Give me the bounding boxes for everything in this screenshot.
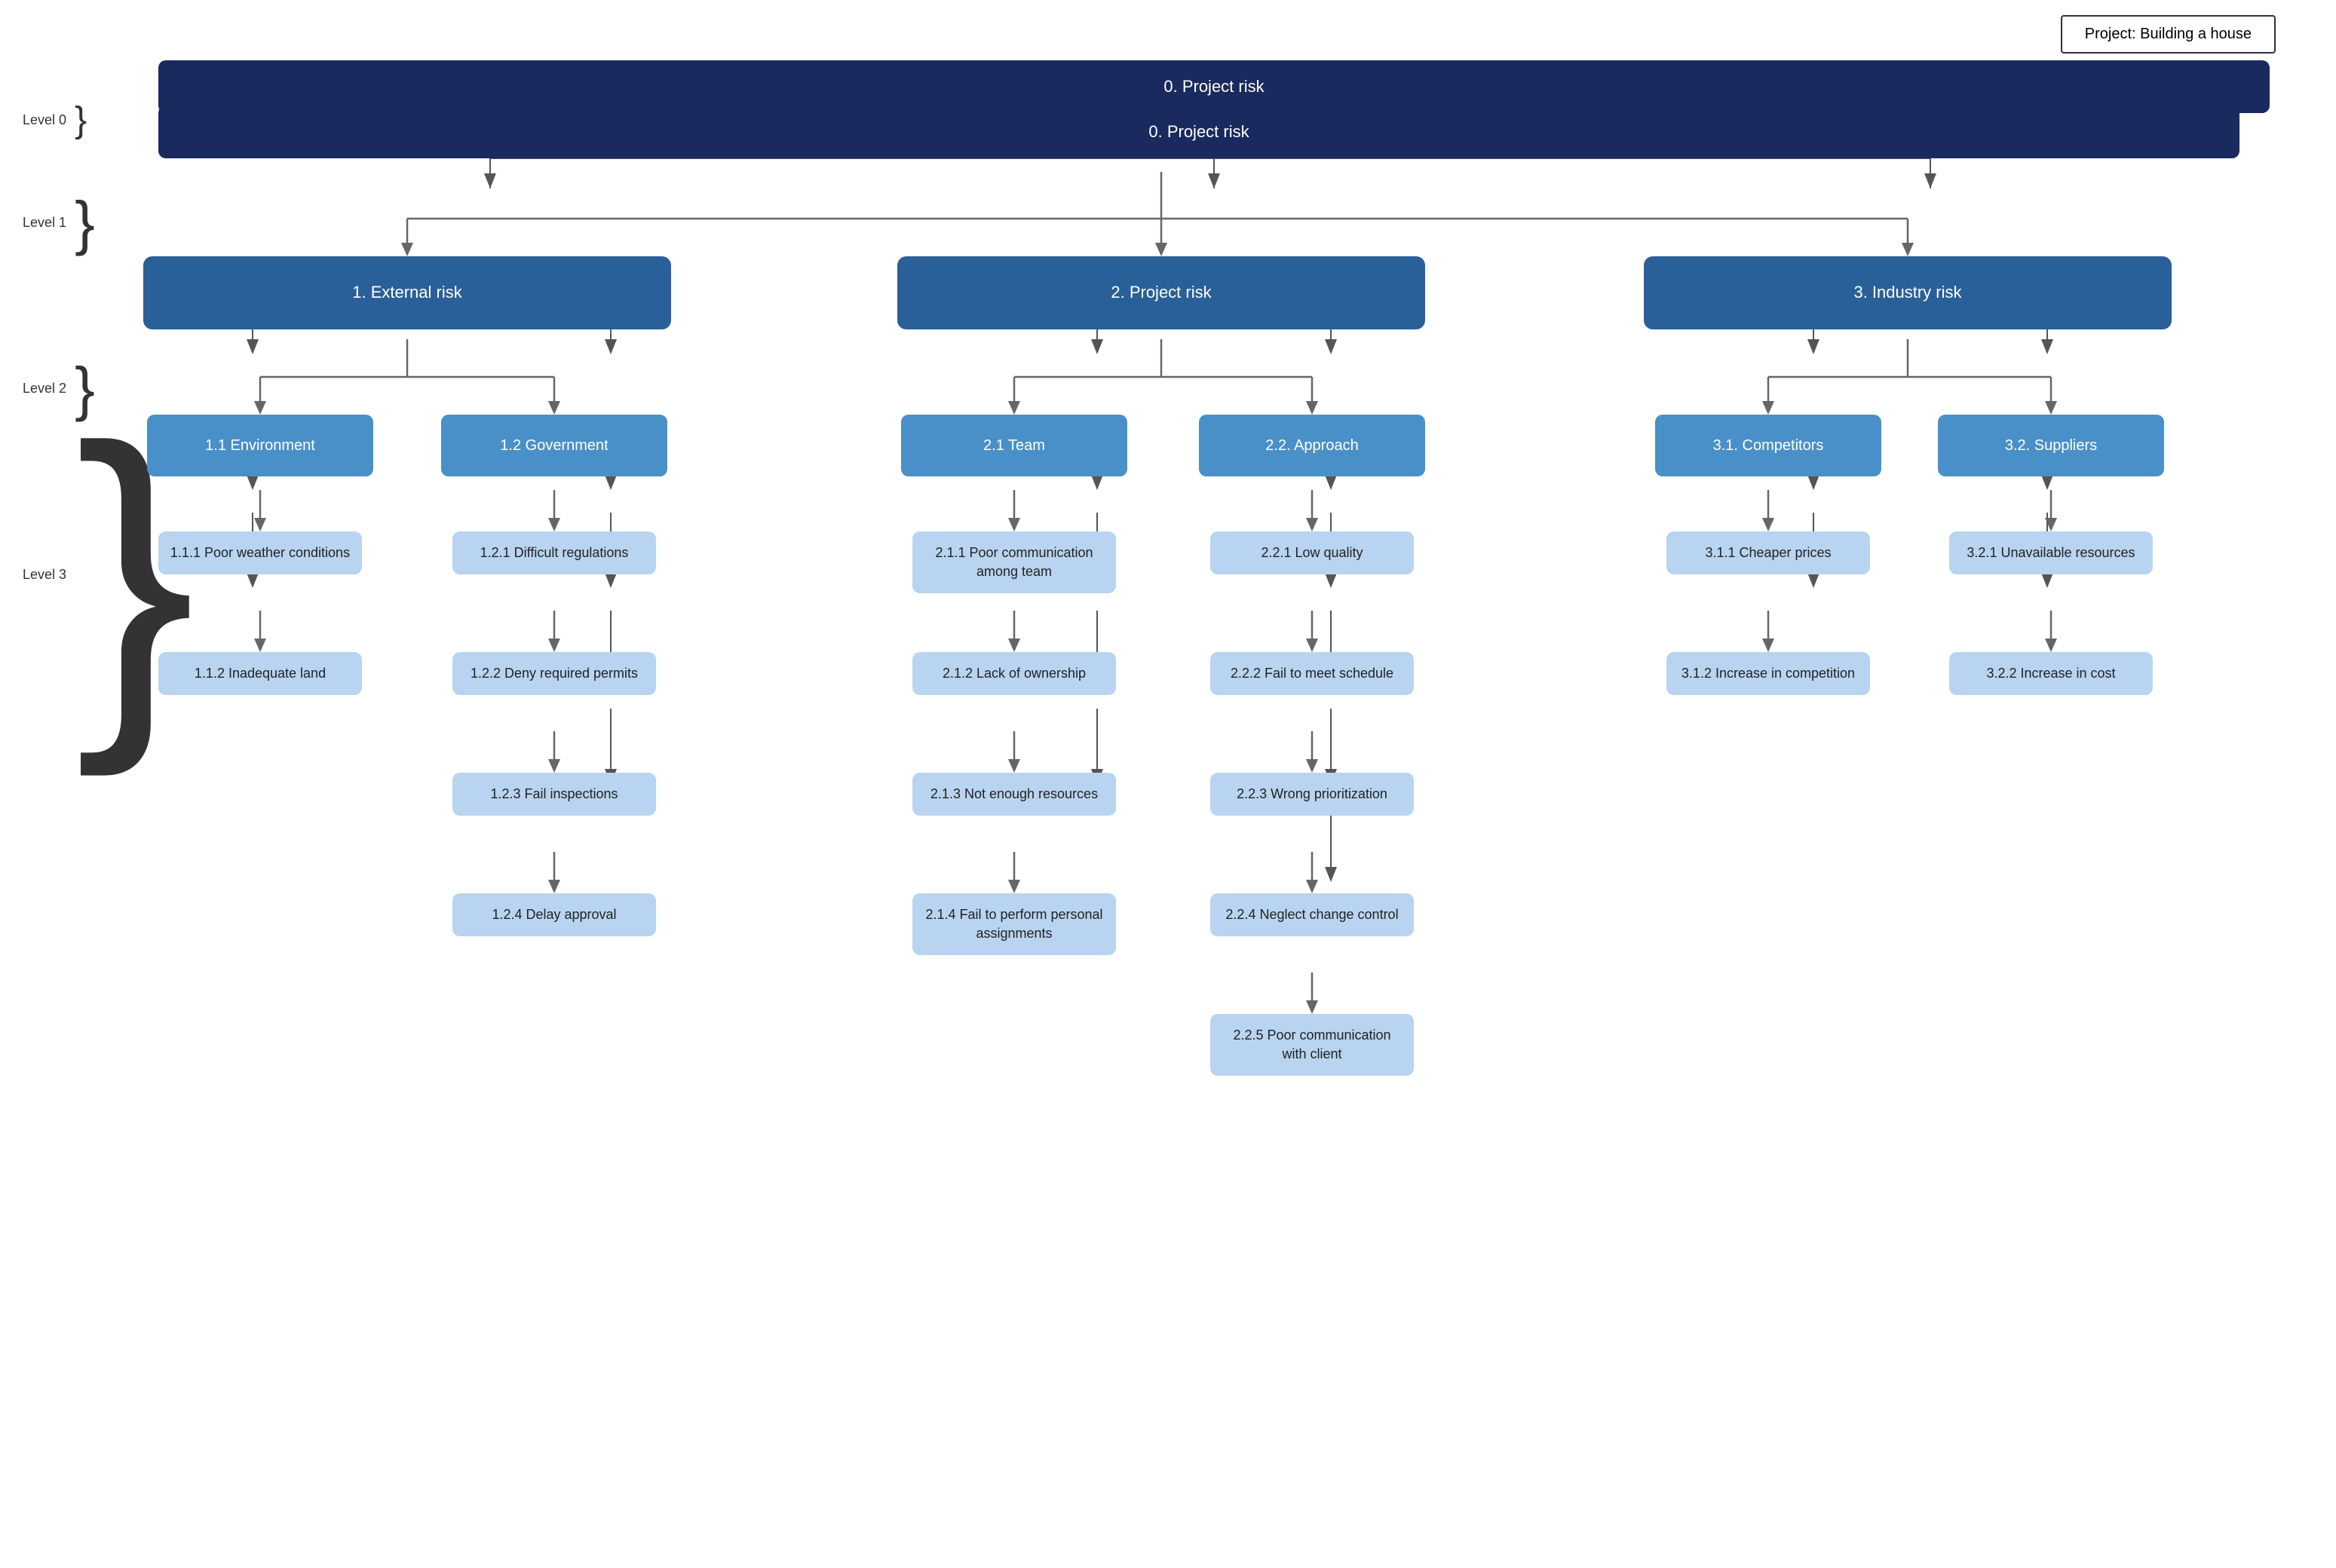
node-2.1.1: 2.1.1 Poor communication among team: [912, 531, 1116, 593]
project-title-text: Project: Building a house: [2085, 26, 2252, 42]
node-environment: 1.1 Environment: [147, 415, 373, 476]
node-2.1.3: 2.1.3 Not enough resources: [912, 773, 1116, 816]
node-1.2.4: 1.2.4 Delay approval: [452, 893, 656, 936]
node-3.1.1: 3.1.1 Cheaper prices: [1666, 531, 1870, 574]
node-competitors: 3.1. Competitors: [1655, 415, 1881, 476]
level0-brace: }: [75, 100, 87, 140]
node-2.2.3: 2.2.3 Wrong prioritization: [1210, 773, 1414, 816]
node-2.1.2: 2.1.2 Lack of ownership: [912, 652, 1116, 695]
node-root: 0. Project risk: [158, 106, 2239, 158]
project-title: Project: Building a house: [2061, 15, 2276, 54]
node-2.2.5: 2.2.5 Poor communication with client: [1210, 1014, 1414, 1076]
node-3.2.1: 3.2.1 Unavailable resources: [1949, 531, 2153, 574]
node-project-risk: 2. Project risk: [897, 256, 1425, 329]
node-1.2.3: 1.2.3 Fail inspections: [452, 773, 656, 816]
node-2.2.4: 2.2.4 Neglect change control: [1210, 893, 1414, 936]
level1-label: Level 1 }: [23, 211, 95, 235]
node-1.1.2: 1.1.2 Inadequate land: [158, 652, 362, 695]
node-2.1.4: 2.1.4 Fail to perform personal assignmen…: [912, 893, 1116, 955]
level0-label: Level 0 }: [23, 112, 87, 130]
node-2.2.1: 2.2.1 Low quality: [1210, 531, 1414, 574]
node-suppliers: 3.2. Suppliers: [1938, 415, 2164, 476]
level0-row: 0. Project risk: [121, 106, 2277, 158]
node-external-risk: 1. External risk: [143, 256, 671, 329]
node-2.2.2: 2.2.2 Fail to meet schedule: [1210, 652, 1414, 695]
node-3.1.2: 3.1.2 Increase in competition: [1666, 652, 1870, 695]
node-3.2.2: 3.2.2 Increase in cost: [1949, 652, 2153, 695]
node-government: 1.2 Government: [441, 415, 667, 476]
node-approach: 2.2. Approach: [1199, 415, 1425, 476]
node-industry-risk: 3. Industry risk: [1644, 256, 2172, 329]
node-team: 2.1 Team: [901, 415, 1127, 476]
node-1.2.2: 1.2.2 Deny required permits: [452, 652, 656, 695]
node-1.1.1: 1.1.1 Poor weather conditions: [158, 531, 362, 574]
level1-brace: }: [75, 189, 95, 256]
node-1.2.1: 1.2.1 Difficult regulations: [452, 531, 656, 574]
